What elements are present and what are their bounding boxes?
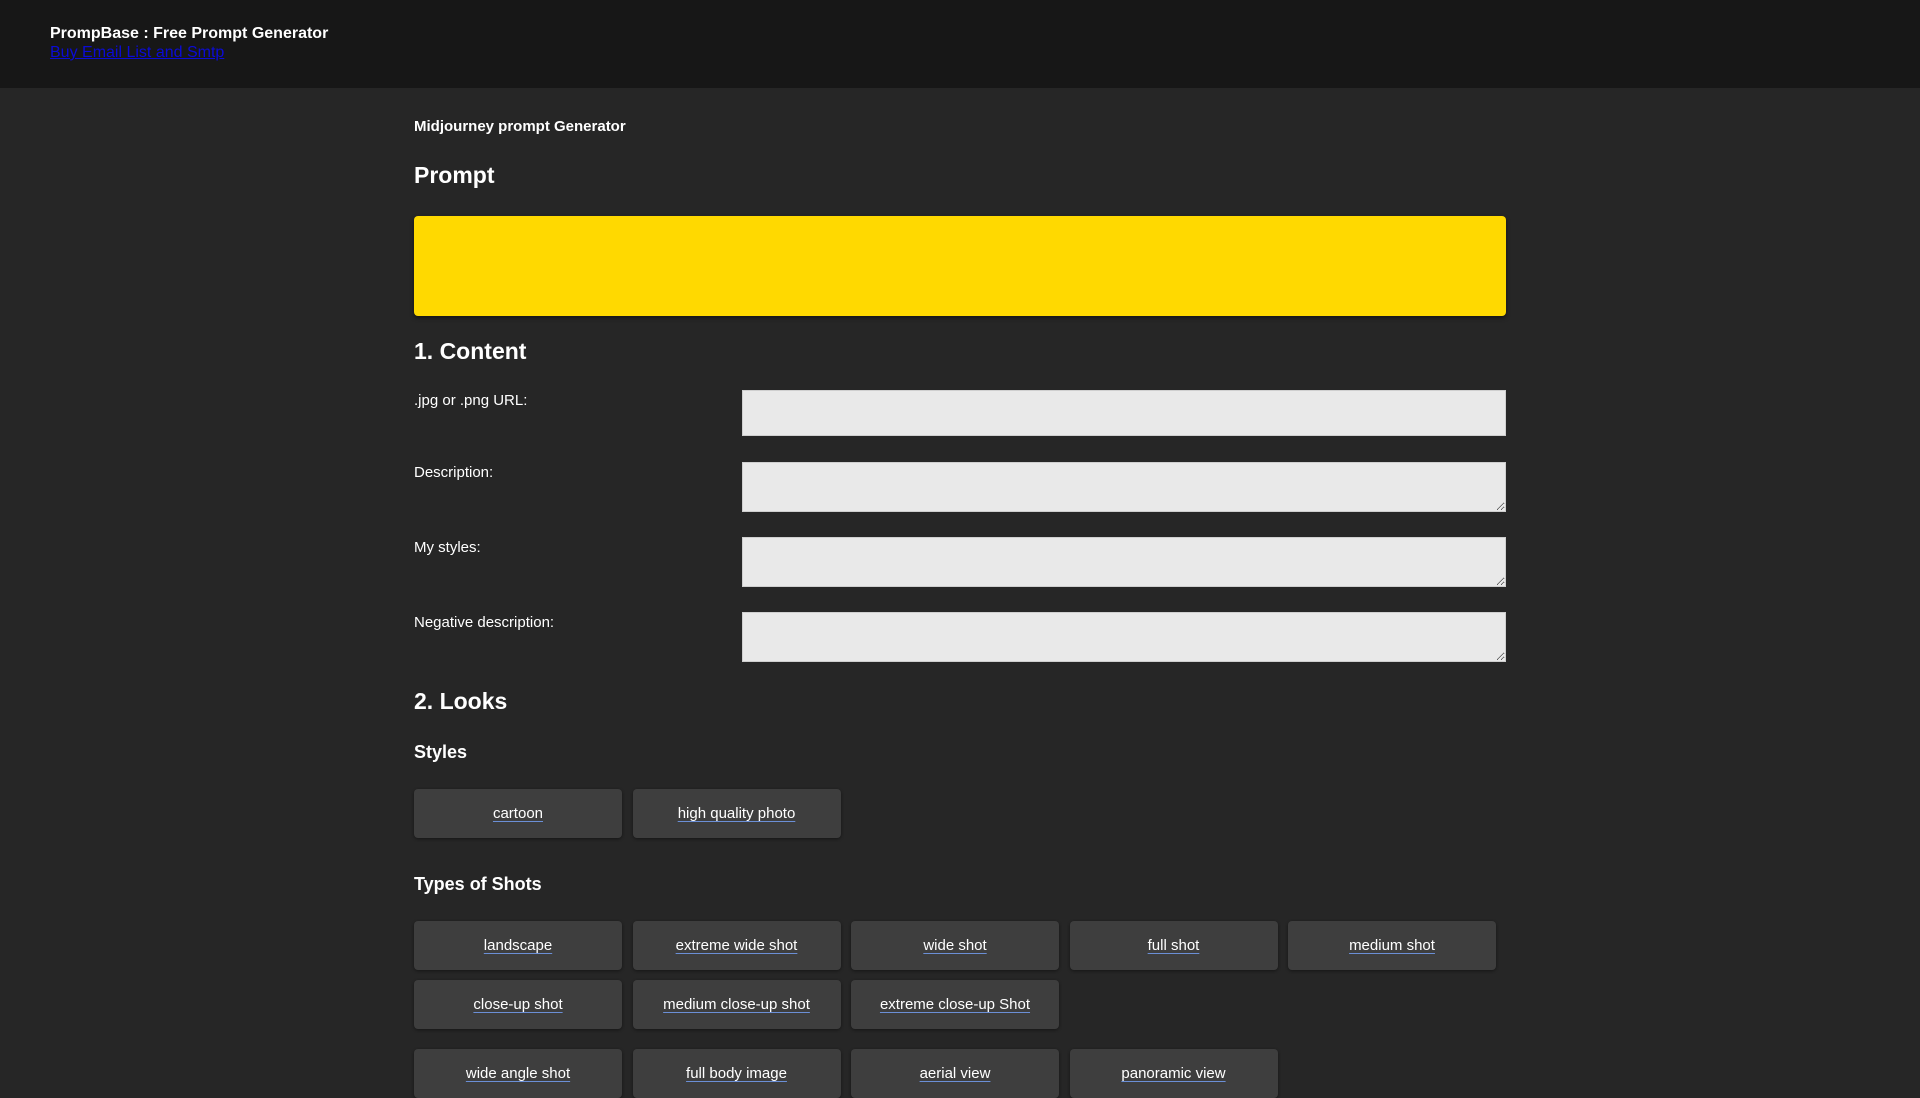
my-styles-textarea[interactable] [742,537,1506,587]
description-label: Description: [414,464,494,481]
prompt-output[interactable] [414,216,1506,316]
shot-option-landscape[interactable]: landscape [414,921,622,970]
shot-option-panoramic-view[interactable]: panoramic view [1069,1049,1278,1098]
shot-option-full-body-image[interactable]: full body image [632,1049,841,1098]
prompt-heading: Prompt [414,162,495,188]
shot-option-extreme-wide-shot[interactable]: extreme wide shot [632,921,841,970]
styles-heading: Styles [414,742,468,762]
url-label: .jpg or .png URL: [414,392,528,409]
top-bar: PrompBase : Free Prompt Generator Buy Em… [0,0,1920,88]
content-heading: 1. Content [414,338,527,364]
shot-option-full-shot[interactable]: full shot [1069,921,1278,970]
shot-options: landscape extreme wide shot wide shot fu… [414,921,1514,1098]
shot-option-medium-close-up-shot[interactable]: medium close-up shot [632,980,841,1029]
styles-options: cartoon high quality photo [414,789,1506,838]
looks-heading: 2. Looks [414,688,508,714]
types-of-shots-heading: Types of Shots [414,874,542,894]
my-styles-label: My styles: [414,539,481,556]
style-option-cartoon[interactable]: cartoon [414,789,622,838]
shot-option-wide-angle-shot[interactable]: wide angle shot [414,1049,622,1098]
shot-option-aerial-view[interactable]: aerial view [851,1049,1059,1098]
image-url-input[interactable] [742,390,1506,436]
description-textarea[interactable] [742,462,1506,512]
shot-option-extreme-close-up-shot[interactable]: extreme close-up Shot [851,980,1059,1029]
generator-title: Midjourney prompt Generator [414,118,626,135]
style-option-high-quality-photo[interactable]: high quality photo [632,789,841,838]
shot-option-wide-shot[interactable]: wide shot [851,921,1059,970]
negative-description-textarea[interactable] [742,612,1506,662]
negative-description-label: Negative description: [414,614,555,631]
site-title: PrompBase : Free Prompt Generator [50,25,329,42]
shot-option-medium-shot[interactable]: medium shot [1288,921,1496,970]
shot-option-close-up-shot[interactable]: close-up shot [414,980,622,1029]
buy-email-list-link[interactable]: Buy Email List and Smtp [50,44,224,62]
